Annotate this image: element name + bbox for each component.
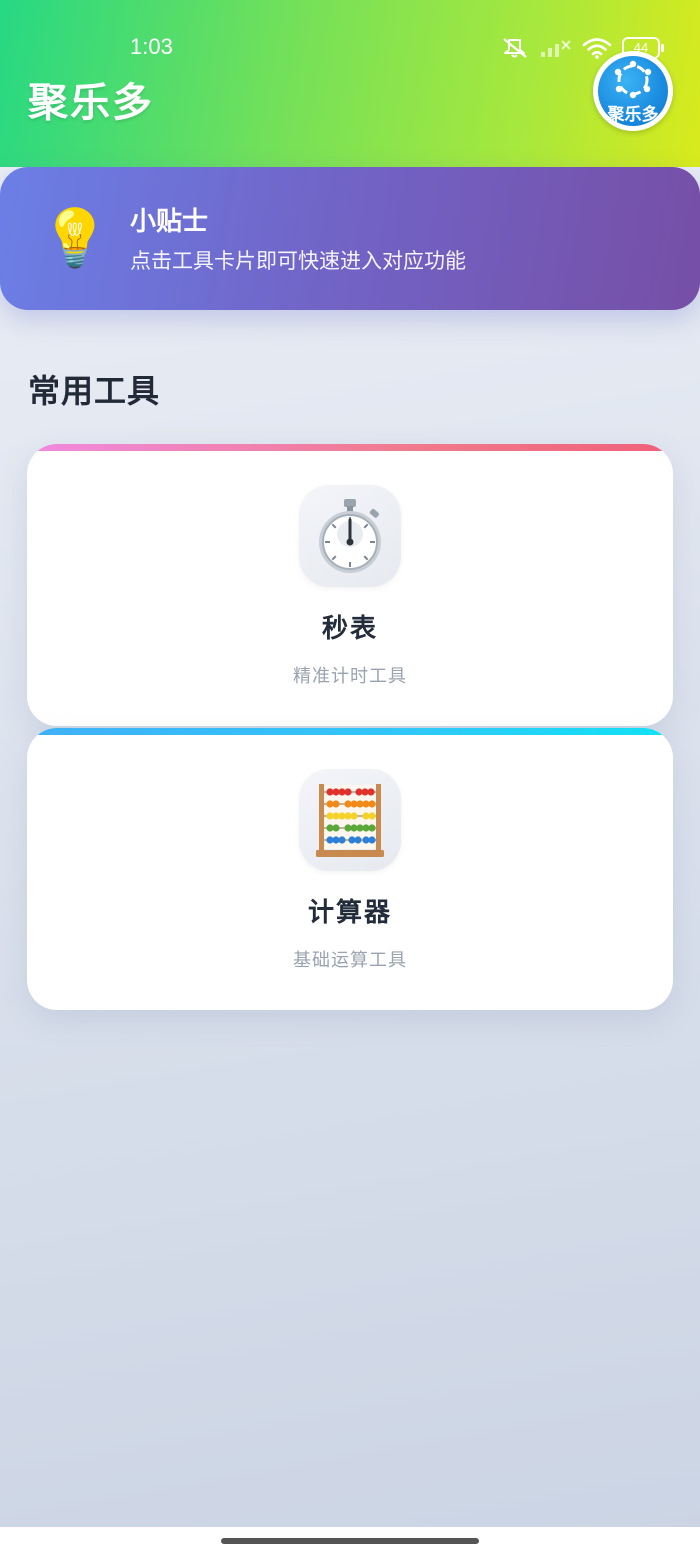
people-circle-icon bbox=[614, 60, 652, 99]
tool-name: 计算器 bbox=[307, 898, 392, 928]
section-title: 常用工具 bbox=[28, 372, 161, 410]
stopwatch-icon bbox=[299, 485, 401, 587]
tool-card-calculator[interactable]: 计算器 基础运算工具 bbox=[27, 728, 673, 1010]
system-navigation-bar bbox=[0, 1527, 700, 1555]
tip-card: 💡 小贴士 点击工具卡片即可快速进入对应功能 bbox=[0, 167, 700, 310]
tip-title: 小贴士 bbox=[130, 207, 209, 237]
status-time: 1:03 bbox=[130, 34, 173, 59]
app-header: 1:03 44 聚乐多 聚乐多 bbox=[0, 0, 700, 167]
app-title: 聚乐多 bbox=[28, 80, 154, 126]
card-accent-bar bbox=[27, 728, 673, 735]
tip-description: 点击工具卡片即可快速进入对应功能 bbox=[130, 249, 466, 273]
signal-icon bbox=[540, 37, 572, 59]
mute-icon bbox=[500, 36, 530, 60]
tool-card-stopwatch[interactable]: 秒表 精准计时工具 bbox=[27, 444, 673, 726]
home-indicator[interactable] bbox=[221, 1538, 479, 1544]
logo-text: 聚乐多 bbox=[607, 105, 659, 125]
tool-description: 精准计时工具 bbox=[293, 666, 407, 687]
logo-badge: 聚乐多 bbox=[598, 56, 668, 126]
lightbulb-icon: 💡 bbox=[40, 206, 110, 271]
tool-description: 基础运算工具 bbox=[293, 950, 407, 971]
app-logo[interactable]: 聚乐多 bbox=[593, 51, 673, 131]
abacus-icon bbox=[299, 769, 401, 871]
card-accent-bar bbox=[27, 444, 673, 451]
tool-name: 秒表 bbox=[321, 614, 378, 644]
